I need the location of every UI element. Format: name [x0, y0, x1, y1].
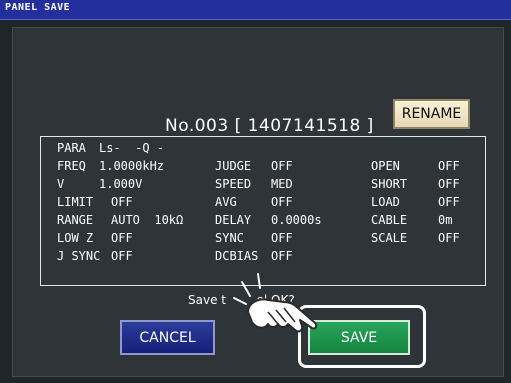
lowz-value: OFF	[111, 231, 133, 245]
delay-value: 0.0000s	[271, 213, 322, 227]
limit-label: LIMIT	[57, 195, 94, 209]
sync-label: SYNC	[215, 231, 244, 245]
pointing-hand-icon	[233, 273, 318, 333]
cancel-button[interactable]: CANCEL	[120, 320, 215, 355]
speed-label: SPEED	[215, 177, 252, 191]
open-label: OPEN	[371, 159, 400, 173]
avg-label: AVG	[215, 195, 237, 209]
settings-summary-box: PARA Ls- -Q - FREQ 1.0000kHz V 1.000V LI…	[40, 136, 486, 286]
delay-label: DELAY	[215, 213, 252, 227]
judge-label: JUDGE	[215, 159, 252, 173]
cable-label: CABLE	[371, 213, 408, 227]
sync-value: OFF	[271, 231, 293, 245]
dcbias-label: DCBIAS	[215, 249, 259, 263]
freq-value: 1.0000kHz	[99, 159, 165, 173]
judge-value: OFF	[271, 159, 293, 173]
jsync-value: OFF	[111, 249, 133, 263]
avg-value: OFF	[271, 195, 293, 209]
range-value: AUTO 10kΩ	[111, 213, 184, 227]
para-value: Ls- -Q -	[99, 141, 165, 155]
jsync-label: J SYNC	[57, 249, 101, 263]
freq-label: FREQ	[57, 159, 86, 173]
title-bar: PANEL SAVE	[0, 0, 511, 20]
panel-number: No.003 [ 1407141518 ]	[165, 116, 374, 136]
scale-value: OFF	[438, 231, 460, 245]
cable-value: 0m	[438, 213, 453, 227]
v-value: 1.000V	[99, 177, 143, 191]
short-value: OFF	[438, 177, 460, 191]
short-label: SHORT	[371, 177, 408, 191]
rename-button[interactable]: RENAME	[393, 99, 470, 129]
screen-title: PANEL SAVE	[5, 2, 71, 13]
v-label: V	[57, 177, 65, 191]
speed-value: MED	[271, 177, 293, 191]
open-value: OFF	[438, 159, 460, 173]
lowz-label: LOW Z	[57, 231, 94, 245]
limit-value: OFF	[111, 195, 133, 209]
scale-label: SCALE	[371, 231, 408, 245]
dcbias-value: OFF	[271, 249, 293, 263]
load-value: OFF	[438, 195, 460, 209]
load-label: LOAD	[371, 195, 400, 209]
para-label: PARA	[57, 141, 86, 155]
range-label: RANGE	[57, 213, 94, 227]
device-display: PANEL SAVE No.003 [ 1407141518 ] RENAME …	[0, 0, 511, 383]
